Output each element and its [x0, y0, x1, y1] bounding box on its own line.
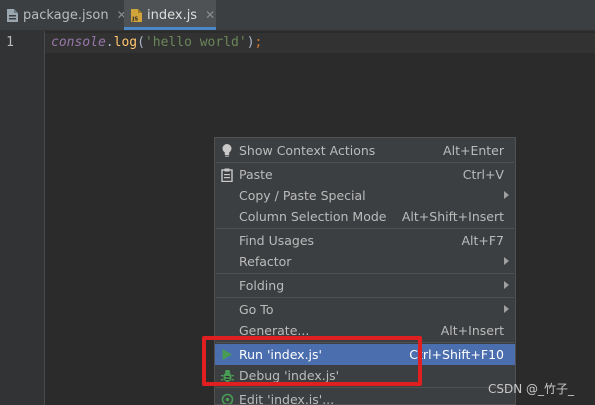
code-token-object: console	[51, 35, 106, 50]
edit-config-icon	[220, 392, 234, 404]
menu-item-label: Paste	[239, 167, 273, 182]
submenu-arrow-icon	[504, 257, 509, 265]
clipboard-icon	[220, 167, 234, 182]
menu-item-folding[interactable]: Folding	[215, 275, 515, 296]
tab-package-json[interactable]: package.json ✕	[0, 0, 127, 30]
code-token-paren-close: )	[246, 35, 255, 50]
js-file-icon: JS	[130, 7, 143, 23]
code-token-semicolon: ;	[254, 35, 263, 50]
code-token-method: log	[113, 35, 138, 50]
menu-item-paste[interactable]: Paste Ctrl+V	[215, 164, 515, 185]
code-line[interactable]: console.log('hello world');	[51, 35, 262, 50]
tab-label: index.js	[147, 7, 198, 23]
editor-gutter: 1	[0, 31, 45, 405]
code-token-dot: .	[105, 35, 114, 50]
ide-window: package.json ✕ JS index.js ✕ 1 console.l…	[0, 0, 595, 405]
menu-item-label: Find Usages	[239, 233, 315, 248]
menu-item-refactor[interactable]: Refactor	[215, 251, 515, 272]
menu-item-shortcut: Alt+F7	[461, 233, 504, 248]
menu-item-shortcut: Alt+Shift+Insert	[401, 209, 504, 224]
menu-item-shortcut: Alt+Insert	[440, 323, 504, 338]
submenu-arrow-icon	[504, 305, 509, 313]
json-file-icon	[6, 7, 19, 23]
close-icon[interactable]: ✕	[205, 8, 215, 22]
menu-item-label: Refactor	[239, 254, 292, 269]
lightbulb-icon	[220, 143, 234, 158]
menu-separator	[216, 297, 514, 298]
line-number: 1	[6, 35, 14, 50]
menu-separator	[216, 162, 514, 163]
menu-item-label: Edit 'index.js'...	[239, 392, 335, 405]
menu-item-shortcut: Ctrl+Shift+F10	[409, 347, 504, 362]
tab-index-js[interactable]: JS index.js ✕	[124, 0, 216, 30]
menu-item-edit-index-js[interactable]: Edit 'index.js'...	[215, 389, 515, 405]
menu-item-label: Column Selection Mode	[239, 209, 387, 224]
editor-tab-bar: package.json ✕ JS index.js ✕	[0, 0, 595, 31]
menu-item-show-context-actions[interactable]: Show Context Actions Alt+Enter	[215, 140, 515, 161]
menu-item-label: Copy / Paste Special	[239, 188, 366, 203]
menu-separator	[216, 228, 514, 229]
code-token-string: 'hello world'	[144, 35, 247, 50]
menu-separator	[216, 273, 514, 274]
menu-item-label: Go To	[239, 302, 274, 317]
submenu-arrow-icon	[504, 191, 509, 199]
menu-item-copy-paste-special[interactable]: Copy / Paste Special	[215, 185, 515, 206]
tab-label: package.json	[23, 7, 109, 23]
menu-item-find-usages[interactable]: Find Usages Alt+F7	[215, 230, 515, 251]
submenu-arrow-icon	[504, 281, 509, 289]
code-token-paren-open: (	[137, 35, 145, 50]
menu-item-go-to[interactable]: Go To	[215, 299, 515, 320]
menu-item-shortcut: Ctrl+V	[462, 167, 504, 182]
menu-separator	[216, 387, 514, 388]
svg-text:JS: JS	[131, 16, 138, 22]
highlight-annotation-box	[202, 336, 422, 386]
menu-item-shortcut: Alt+Enter	[443, 143, 504, 158]
menu-item-label: Show Context Actions	[239, 143, 376, 158]
menu-item-label: Folding	[239, 278, 285, 293]
watermark: CSDN @_竹子_	[488, 382, 575, 396]
menu-item-column-selection-mode[interactable]: Column Selection Mode Alt+Shift+Insert	[215, 206, 515, 227]
